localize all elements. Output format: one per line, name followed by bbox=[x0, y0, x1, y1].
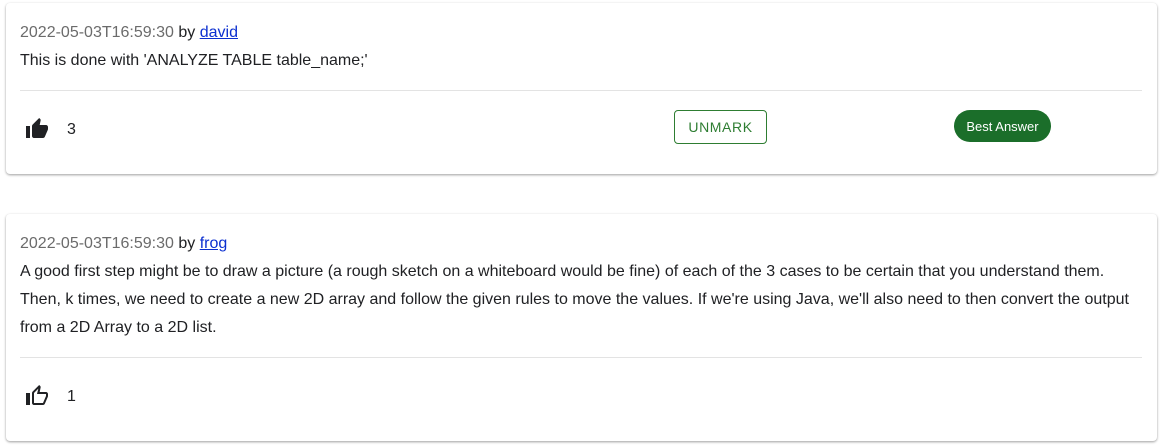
thumb-up-outline-icon bbox=[26, 385, 48, 405]
by-label: by bbox=[178, 24, 196, 41]
answer-card: 2022-05-03T16:59:30 by frog A good first… bbox=[6, 214, 1157, 441]
like-button[interactable] bbox=[24, 383, 50, 409]
answer-meta: 2022-05-03T16:59:30 by frog bbox=[20, 234, 227, 254]
author-link[interactable]: david bbox=[200, 24, 238, 41]
like-count: 1 bbox=[67, 388, 76, 405]
thumb-up-filled-icon bbox=[26, 118, 48, 138]
answer-timestamp: 2022-05-03T16:59:30 bbox=[20, 24, 174, 41]
answer-timestamp: 2022-05-03T16:59:30 bbox=[20, 235, 174, 252]
answer-meta: 2022-05-03T16:59:30 by david bbox=[20, 23, 238, 43]
answer-card: 2022-05-03T16:59:30 by david This is don… bbox=[6, 3, 1157, 174]
unmark-button[interactable]: UNMARK bbox=[674, 110, 767, 144]
answer-body: A good first step might be to draw a pic… bbox=[20, 263, 1129, 336]
by-label: by bbox=[178, 235, 196, 252]
like-count: 3 bbox=[67, 121, 76, 138]
best-answer-badge: Best Answer bbox=[954, 110, 1051, 142]
divider bbox=[20, 357, 1142, 358]
divider bbox=[20, 90, 1142, 91]
like-button[interactable] bbox=[24, 116, 50, 142]
answer-body: This is done with 'ANALYZE TABLE table_n… bbox=[20, 52, 368, 69]
author-link[interactable]: frog bbox=[200, 235, 228, 252]
